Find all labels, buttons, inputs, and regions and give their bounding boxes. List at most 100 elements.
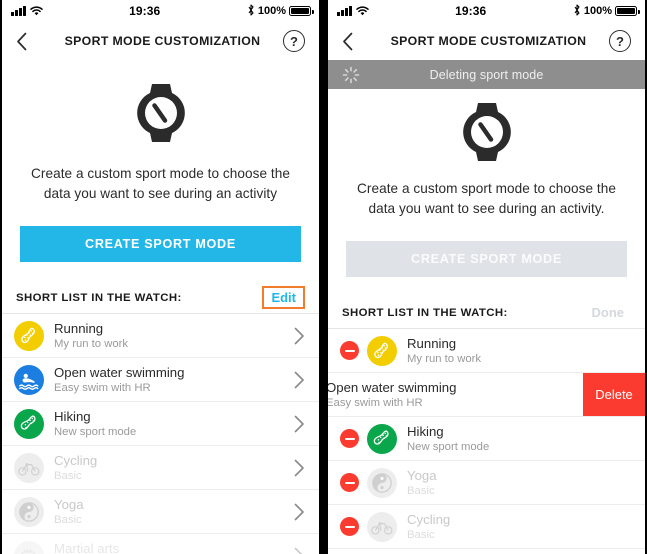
sport-mode-row[interactable]: Open water swimming Easy swim with HR [2, 358, 319, 402]
chevron-right-icon[interactable] [291, 503, 307, 521]
martial-arts-icon [14, 540, 44, 554]
sport-mode-labels: Open water swimming Easy swim with HR [54, 365, 291, 395]
chevron-right-icon[interactable] [291, 415, 307, 433]
cellular-signal-icon [337, 6, 352, 16]
open-water-swimming-icon [14, 364, 44, 395]
list-header-title: SHORT LIST IN THE WATCH: [342, 306, 508, 319]
sport-mode-list: Running My run to work Open water swimmi… [2, 314, 319, 554]
cta-wrap: CREATE SPORT MODE [328, 241, 645, 277]
battery-percent: 100% [583, 5, 612, 17]
sport-mode-labels: Cycling Basic [407, 512, 633, 542]
help-button[interactable]: ? [609, 30, 631, 52]
bluetooth-icon [247, 3, 255, 19]
sport-mode-title: Hiking [54, 408, 91, 424]
sport-mode-labels: Running My run to work [407, 336, 633, 366]
remove-sport-mode-button[interactable] [340, 473, 359, 492]
status-bar-left [11, 6, 43, 16]
sport-mode-labels: Cycling Basic [54, 453, 291, 483]
sport-mode-title: Yoga [407, 467, 437, 483]
banner-text: Deleting sport mode [429, 67, 544, 82]
sport-mode-subtitle: Basic [54, 513, 82, 526]
sport-mode-row[interactable]: Open water swimming Easy swim with HR De… [328, 373, 645, 417]
sport-mode-labels: Running My run to work [54, 321, 291, 351]
running-shoe-icon [14, 320, 44, 351]
cta-wrap: CREATE SPORT MODE [2, 226, 319, 262]
chevron-right-icon[interactable] [291, 459, 307, 477]
sport-mode-row[interactable]: Hiking New sport mode [328, 417, 645, 461]
hero-description: Create a custom sport mode to choose the… [357, 181, 616, 216]
list-header: SHORT LIST IN THE WATCH: Edit [2, 282, 319, 314]
wifi-icon [355, 6, 369, 16]
chevron-right-icon[interactable] [291, 547, 307, 554]
bicycle-icon [367, 511, 397, 542]
edit-button[interactable]: Edit [262, 286, 305, 309]
watch-icon [2, 82, 319, 144]
chevron-right-icon[interactable] [291, 371, 307, 389]
left-phone-screen: 19:36 100% SPORT MODE CUSTOMIZATION ? Cr… [2, 0, 319, 554]
sport-mode-title: Running [54, 320, 104, 336]
done-button: Done [591, 305, 625, 320]
yin-yang-icon [367, 467, 397, 498]
sport-mode-row[interactable]: Martial arts Basic [328, 549, 645, 554]
help-button[interactable]: ? [283, 30, 305, 52]
sport-mode-subtitle: Basic [407, 484, 435, 497]
status-bar-right: 100% [247, 3, 314, 19]
page-title: SPORT MODE CUSTOMIZATION [390, 34, 587, 48]
status-bar-left [337, 6, 369, 16]
sport-mode-list: Running My run to work Open water swimmi… [328, 329, 645, 554]
sport-mode-title: Cycling [407, 511, 451, 527]
sport-mode-subtitle: Easy swim with HR [54, 381, 151, 394]
delete-button[interactable]: Delete [583, 373, 645, 416]
sport-mode-row[interactable]: Martial arts Basic [2, 534, 319, 554]
sport-mode-subtitle: Basic [54, 469, 82, 482]
remove-sport-mode-button[interactable] [340, 341, 359, 360]
sport-mode-subtitle: New sport mode [54, 425, 137, 438]
sport-mode-labels: Hiking New sport mode [54, 409, 291, 439]
bicycle-icon [14, 452, 44, 483]
nav-bar: SPORT MODE CUSTOMIZATION ? [328, 22, 645, 60]
bluetooth-icon [573, 3, 581, 19]
sport-mode-row[interactable]: Cycling Basic [328, 505, 645, 549]
hero-description: Create a custom sport mode to choose the… [31, 166, 290, 201]
sport-mode-title: Hiking [407, 423, 444, 439]
sport-mode-row[interactable]: Running My run to work [328, 329, 645, 373]
sport-mode-labels: Yoga Basic [407, 468, 633, 498]
hiking-boot-icon [367, 423, 397, 454]
sport-mode-row[interactable]: Yoga Basic [328, 461, 645, 505]
remove-sport-mode-button[interactable] [340, 517, 359, 536]
status-bar-time: 19:36 [129, 4, 161, 18]
sport-mode-row[interactable]: Hiking New sport mode [2, 402, 319, 446]
comparison-stage: 19:36 100% SPORT MODE CUSTOMIZATION ? Cr… [0, 0, 647, 554]
yin-yang-icon [14, 496, 44, 527]
left-bezel [0, 0, 2, 554]
sport-mode-title: Open water swimming [54, 364, 185, 380]
cellular-signal-icon [11, 6, 26, 16]
list-header-title: SHORT LIST IN THE WATCH: [16, 291, 182, 304]
hero-section: Create a custom sport mode to choose the… [2, 60, 319, 262]
page-title: SPORT MODE CUSTOMIZATION [64, 34, 261, 48]
status-bar-right: 100% [573, 3, 640, 19]
chevron-right-icon[interactable] [291, 327, 307, 345]
center-bezel [319, 0, 328, 554]
sport-mode-row[interactable]: Running My run to work [2, 314, 319, 358]
back-button[interactable] [342, 32, 368, 51]
hiking-boot-icon [14, 408, 44, 439]
sport-mode-labels: Yoga Basic [54, 497, 291, 527]
sport-mode-subtitle: New sport mode [407, 440, 490, 453]
sport-mode-title: Cycling [54, 452, 98, 468]
nav-bar: SPORT MODE CUSTOMIZATION ? [2, 22, 319, 60]
sport-mode-title: Running [407, 335, 457, 351]
back-button[interactable] [16, 32, 42, 51]
hero-section: Create a custom sport mode to choose the… [328, 89, 645, 277]
wifi-icon [29, 6, 43, 16]
sport-mode-row[interactable]: Cycling Basic [2, 446, 319, 490]
remove-sport-mode-button[interactable] [340, 429, 359, 448]
create-sport-mode-button[interactable]: CREATE SPORT MODE [20, 226, 301, 262]
sport-mode-title: Martial arts [54, 540, 120, 554]
sport-mode-labels: Martial arts Basic [54, 541, 291, 554]
status-bar: 19:36 100% [2, 0, 319, 22]
status-bar-time: 19:36 [455, 4, 487, 18]
battery-full-icon [289, 6, 314, 16]
sport-mode-row[interactable]: Yoga Basic [2, 490, 319, 534]
status-bar: 19:36 100% [328, 0, 645, 22]
